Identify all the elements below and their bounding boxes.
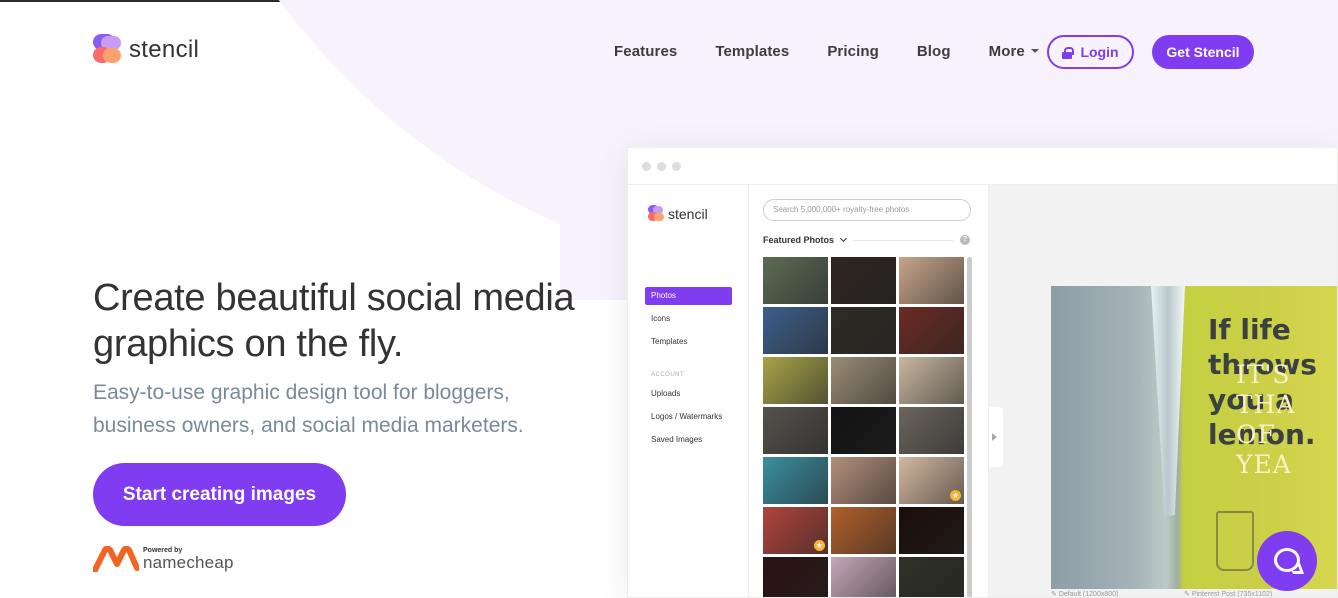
premium-star-icon: ★ (950, 490, 961, 501)
photo-search-input[interactable]: Search 5,000,000+ royalty-free photos (763, 199, 971, 221)
hero-subheadline: Easy-to-use graphic design tool for blog… (93, 381, 524, 437)
photo-thumbnail[interactable] (831, 507, 896, 554)
canvas-size-pinterest[interactable]: ✎ Pinterest Post (735x1102) (1184, 590, 1273, 598)
photo-thumbnail[interactable] (899, 307, 964, 354)
quote-line: If life (1208, 313, 1291, 346)
lock-icon (1062, 46, 1075, 59)
sidebar-item-saved-images[interactable]: Saved Images (645, 431, 732, 449)
photo-thumbnail[interactable] (831, 407, 896, 454)
photo-thumbnail[interactable] (899, 407, 964, 454)
sidebar-item-icons[interactable]: Icons (645, 310, 732, 328)
photo-panel: Search 5,000,000+ royalty-free photos Fe… (749, 185, 989, 597)
overlay-text[interactable]: IT'S THA OF YEA (1236, 360, 1337, 480)
photo-thumbnail[interactable] (831, 307, 896, 354)
canvas-size-default[interactable]: ✎ Default (1200x800) (1051, 590, 1119, 598)
nav-more-label: More (988, 42, 1025, 60)
photo-thumbnail[interactable] (763, 307, 828, 354)
sidebar-item-photos[interactable]: Photos (645, 287, 732, 305)
hero-headline: Create beautiful social media graphics o… (93, 277, 575, 365)
start-creating-button[interactable]: Start creating images (93, 463, 346, 526)
stencil-logo-icon (93, 34, 123, 66)
overlay-line: IT'S THA (1236, 360, 1296, 419)
window-titlebar (628, 148, 1337, 185)
photo-thumbnail[interactable] (899, 507, 964, 554)
panel-scrollbar[interactable] (967, 257, 972, 597)
window-dot (672, 162, 681, 171)
sidebar-item-uploads[interactable]: Uploads (645, 385, 732, 403)
nav-features[interactable]: Features (614, 43, 677, 60)
photo-thumbnail[interactable] (763, 357, 828, 404)
photo-thumbnail[interactable]: ★ (899, 457, 964, 504)
chevron-down-icon (1030, 49, 1039, 53)
photo-thumbnail[interactable] (831, 357, 896, 404)
app-logo-text: stencil (668, 205, 708, 222)
nav-more[interactable]: More (989, 43, 1039, 60)
photo-thumbnail[interactable] (899, 357, 964, 404)
namecheap-logo-icon (93, 546, 139, 572)
photo-thumbnail[interactable] (899, 557, 964, 597)
canvas-size-label: Default (1200x800) (1058, 591, 1119, 598)
app-logo: stencil (648, 205, 708, 222)
nav-blog[interactable]: Blog (917, 43, 951, 60)
photo-thumbnail[interactable] (763, 457, 828, 504)
window-dot (642, 162, 651, 171)
window-dot (657, 162, 666, 171)
photo-thumbnail[interactable] (763, 407, 828, 454)
photo-thumbnail[interactable] (763, 257, 828, 304)
login-button[interactable]: Login (1047, 35, 1134, 69)
glass-graphic (1216, 511, 1254, 571)
powered-by-namecheap[interactable]: Powered by namecheap (93, 546, 234, 572)
get-stencil-button[interactable]: Get Stencil (1152, 35, 1254, 69)
sidebar-section-account: ACCOUNT (651, 372, 685, 378)
premium-star-icon: ★ (814, 540, 825, 551)
photo-thumbnail[interactable]: ★ (763, 507, 828, 554)
namecheap-text: namecheap (143, 553, 234, 572)
app-sidebar: stencil Photos Icons Templates ACCOUNT U… (628, 185, 749, 597)
divider (853, 240, 953, 241)
photo-thumbnail[interactable] (763, 557, 828, 597)
photo-thumbnail[interactable] (899, 257, 964, 304)
nav-pricing[interactable]: Pricing (827, 43, 879, 60)
overlay-line: OF YEA (1236, 420, 1292, 479)
chat-launcher-button[interactable] (1257, 531, 1317, 591)
canvas-size-label: Pinterest Post (735x1102) (1191, 591, 1273, 598)
icicle-graphic (1151, 286, 1185, 516)
photo-thumbnail[interactable] (831, 257, 896, 304)
sidebar-item-templates[interactable]: Templates (645, 333, 732, 351)
photo-thumbnail[interactable] (831, 457, 896, 504)
help-icon[interactable]: ? (960, 235, 970, 245)
nav-templates[interactable]: Templates (715, 43, 789, 60)
stencil-logo-icon (648, 205, 664, 222)
login-label: Login (1080, 44, 1119, 60)
main-nav: Features Templates Pricing Blog More (614, 35, 1077, 67)
stencil-logo[interactable]: stencil (93, 34, 199, 66)
photo-thumbnail[interactable] (831, 557, 896, 597)
chevron-down-icon (839, 234, 847, 243)
sidebar-item-logos[interactable]: Logos / Watermarks (645, 408, 732, 426)
logo-text: stencil (129, 36, 200, 63)
featured-photos-label: Featured Photos (763, 235, 835, 245)
chat-icon (1274, 548, 1300, 572)
photo-grid: ★ ★ (763, 257, 964, 597)
app-preview: stencil Photos Icons Templates ACCOUNT U… (627, 147, 1338, 598)
collapse-panel-button[interactable] (989, 407, 1003, 467)
featured-photos-dropdown[interactable]: Featured Photos (763, 234, 847, 245)
